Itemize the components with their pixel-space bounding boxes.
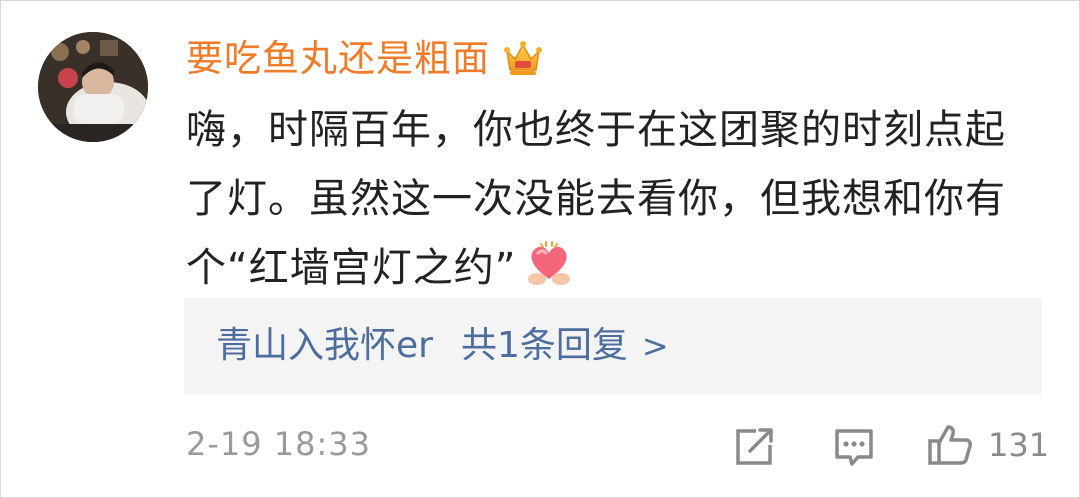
comment-text-block: 嗨，时隔百年，你也终于在这团聚的时刻点起了灯。虽然这一次没能去看你，但我想和你有… [186, 96, 1026, 303]
username[interactable]: 要吃鱼丸还是粗面 [186, 40, 490, 77]
comment-text: 嗨，时隔百年，你也终于在这团聚的时刻点起了灯。虽然这一次没能去看你，但我想和你有… [186, 107, 1006, 291]
like-button[interactable]: 131 [926, 421, 1049, 469]
like-count: 131 [988, 426, 1050, 464]
avatar[interactable] [38, 32, 148, 142]
comment-icon [835, 429, 873, 466]
crown-icon [504, 41, 542, 75]
share-icon [736, 428, 773, 465]
comment-button[interactable] [832, 421, 876, 469]
reply-author[interactable]: 青山入我怀er [216, 328, 433, 364]
timestamp: 2-19 18:33 [186, 425, 372, 463]
heart-hands-icon [528, 241, 571, 285]
thumbs-up-icon [928, 425, 972, 465]
share-button[interactable] [732, 421, 776, 469]
chevron-right-icon: > [641, 327, 669, 365]
username-row: 要吃鱼丸还是粗面 [186, 30, 544, 86]
reply-preview[interactable]: 青山入我怀er 共1条回复 > [184, 298, 1042, 394]
reply-count-link[interactable]: 共1条回复 [461, 328, 628, 364]
